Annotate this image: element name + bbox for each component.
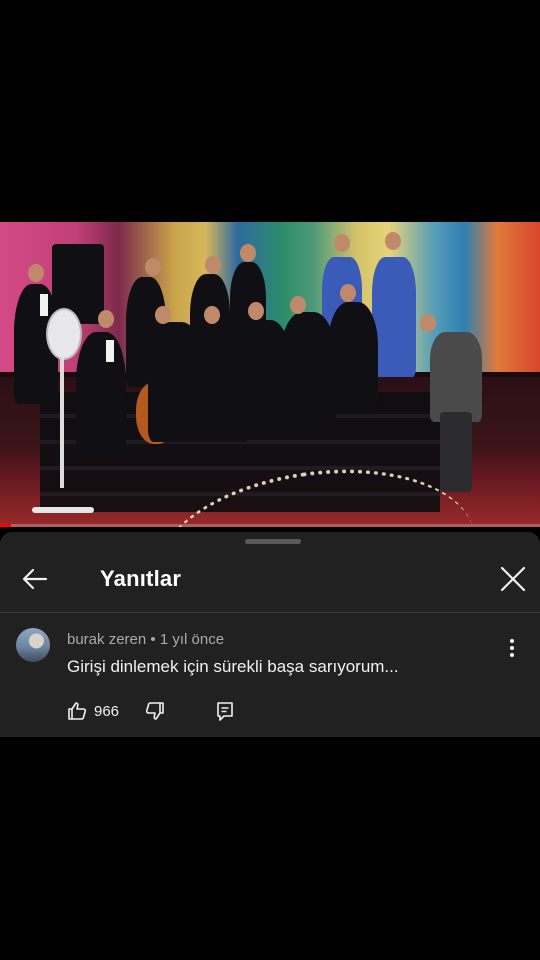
reply-icon[interactable] [214,700,236,722]
comment-text: Girişi dinlemek için sürekli başa sarıyo… [67,657,399,676]
video-progress-bar[interactable] [0,524,540,527]
panel-header: Yanıtlar [0,544,540,613]
musician-shirt [40,294,48,316]
musician-head [290,296,306,314]
replies-panel: Yanıtlar burak zeren • 1 yıl önce Girişi… [0,532,540,737]
comment-meta: burak zeren • 1 yıl önce [67,631,224,648]
singer-head [385,232,401,250]
fan-stand [60,358,64,488]
musician-shirt [106,340,114,362]
singer [372,257,416,377]
fan [46,308,82,360]
close-icon[interactable] [496,562,530,596]
musician-head [28,264,44,282]
conductor-head [420,314,436,332]
video-progress-fill [0,524,11,527]
comment-author[interactable]: burak zeren [67,631,146,648]
thumbs-up-icon[interactable] [66,700,88,722]
meta-separator: • [150,631,156,648]
conductor [430,332,482,422]
comment-time: 1 yıl önce [159,631,225,648]
thumbs-down-icon[interactable] [144,700,166,722]
video-player[interactable] [0,222,540,527]
musician-head [155,306,171,324]
singer-head [334,234,350,252]
musician [328,302,378,412]
fan-base [32,507,94,513]
like-count: 966 [94,703,120,720]
musician-head [98,310,114,328]
musician-head [205,256,221,274]
musician-head [340,284,356,302]
musician-head [248,302,264,320]
musician-head [240,244,256,262]
arrow-left-icon[interactable] [18,562,52,596]
musician-head [204,306,220,324]
more-vertical-icon[interactable] [500,636,524,660]
conductor-legs [440,412,472,492]
panel-title: Yanıtlar [100,566,182,591]
cellist [76,332,126,457]
musician-head [145,258,161,276]
avatar[interactable] [16,628,50,662]
